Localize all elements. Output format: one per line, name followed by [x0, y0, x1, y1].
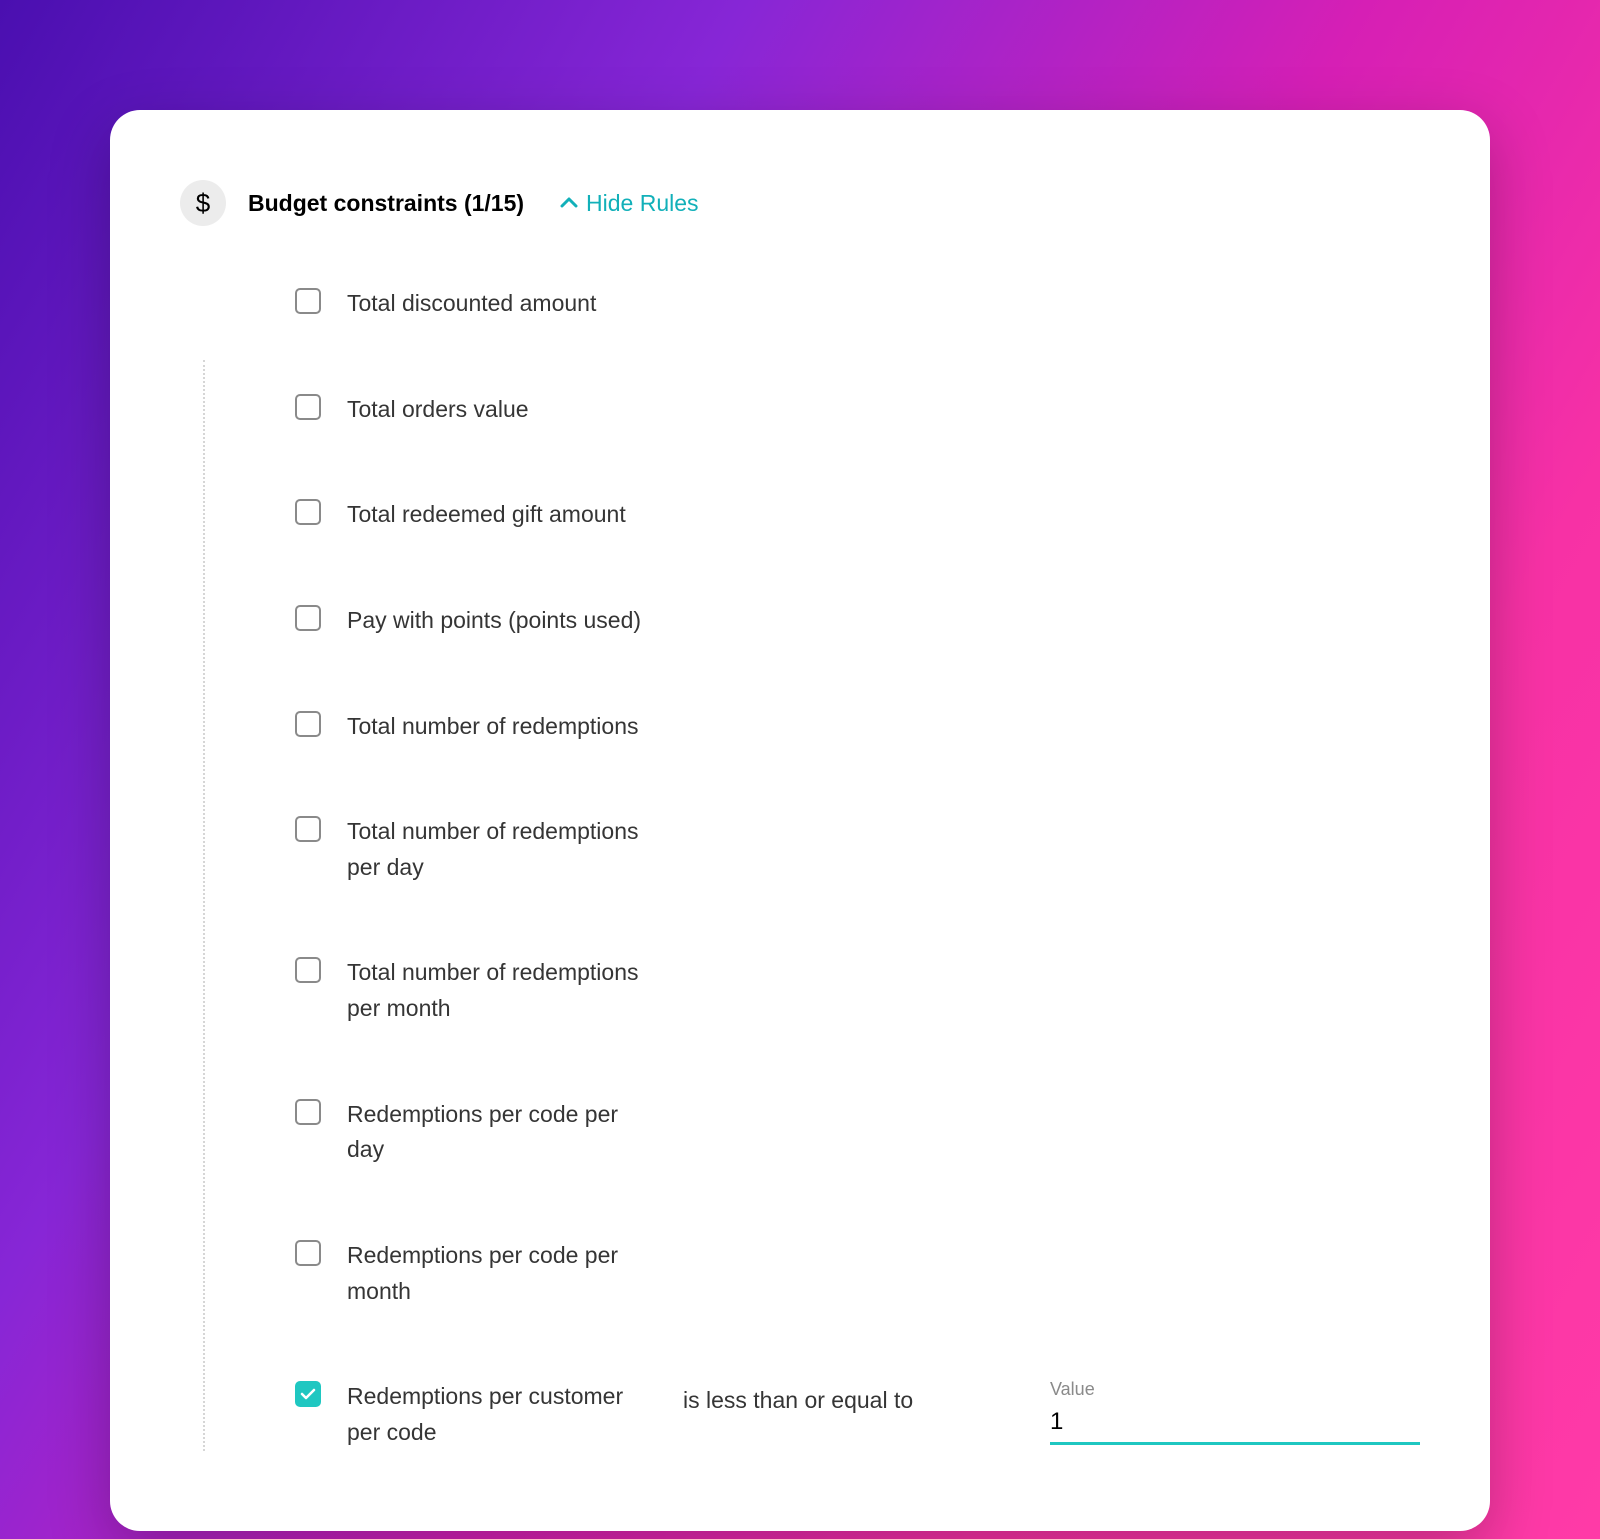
- checkbox[interactable]: [295, 605, 321, 631]
- checkbox[interactable]: [295, 816, 321, 842]
- rule-total-discounted-amount: Total discounted amount: [295, 286, 1420, 322]
- rule-label: Total redeemed gift amount: [347, 497, 626, 533]
- checkbox[interactable]: [295, 711, 321, 737]
- checkbox[interactable]: [295, 394, 321, 420]
- rule-redemptions-per-customer-per-code: Redemptions per customer per code is les…: [295, 1379, 1420, 1450]
- hide-rules-label: Hide Rules: [586, 190, 699, 217]
- rule-label: Total number of redemptions per month: [347, 955, 657, 1026]
- checkbox[interactable]: [295, 1240, 321, 1266]
- rule-extra: is less than or equal to Value: [683, 1379, 1420, 1445]
- rule-label: Pay with points (points used): [347, 603, 641, 639]
- value-input[interactable]: [1050, 1404, 1420, 1445]
- rule-label: Total number of redemptions per day: [347, 814, 657, 885]
- value-field: Value: [1050, 1379, 1420, 1445]
- rule-label: Redemptions per code per month: [347, 1238, 657, 1309]
- budget-constraints-card: $ Budget constraints (1/15) Hide Rules T…: [110, 110, 1490, 1531]
- hide-rules-toggle[interactable]: Hide Rules: [560, 190, 699, 217]
- checkbox[interactable]: [295, 1099, 321, 1125]
- rule-label: Redemptions per customer per code: [347, 1379, 657, 1450]
- rule-total-redeemed-gift-amount: Total redeemed gift amount: [295, 497, 1420, 533]
- rule-total-redemptions: Total number of redemptions: [295, 709, 1420, 745]
- checkbox[interactable]: [295, 288, 321, 314]
- rule-redemptions-per-code-per-month: Redemptions per code per month: [295, 1238, 1420, 1309]
- checkbox[interactable]: [295, 957, 321, 983]
- timeline-line: [203, 360, 205, 1451]
- dollar-glyph: $: [196, 188, 210, 219]
- rule-label: Redemptions per code per day: [347, 1097, 657, 1168]
- rule-total-orders-value: Total orders value: [295, 392, 1420, 428]
- dollar-icon: $: [180, 180, 226, 226]
- chevron-up-icon: [560, 197, 578, 209]
- rule-label: Total discounted amount: [347, 286, 596, 322]
- value-label: Value: [1050, 1379, 1420, 1400]
- rule-total-redemptions-per-month: Total number of redemptions per month: [295, 955, 1420, 1026]
- rule-label: Total number of redemptions: [347, 709, 639, 745]
- checkbox[interactable]: [295, 499, 321, 525]
- rule-total-redemptions-per-day: Total number of redemptions per day: [295, 814, 1420, 885]
- section-header: $ Budget constraints (1/15) Hide Rules: [180, 180, 1420, 226]
- condition-text: is less than or equal to: [683, 1387, 913, 1414]
- section-title: Budget constraints (1/15): [248, 190, 524, 217]
- rule-redemptions-per-code-per-day: Redemptions per code per day: [295, 1097, 1420, 1168]
- checkbox[interactable]: [295, 1381, 321, 1407]
- rules-list: Total discounted amount Total orders val…: [295, 286, 1420, 1451]
- rule-label: Total orders value: [347, 392, 529, 428]
- rule-pay-with-points: Pay with points (points used): [295, 603, 1420, 639]
